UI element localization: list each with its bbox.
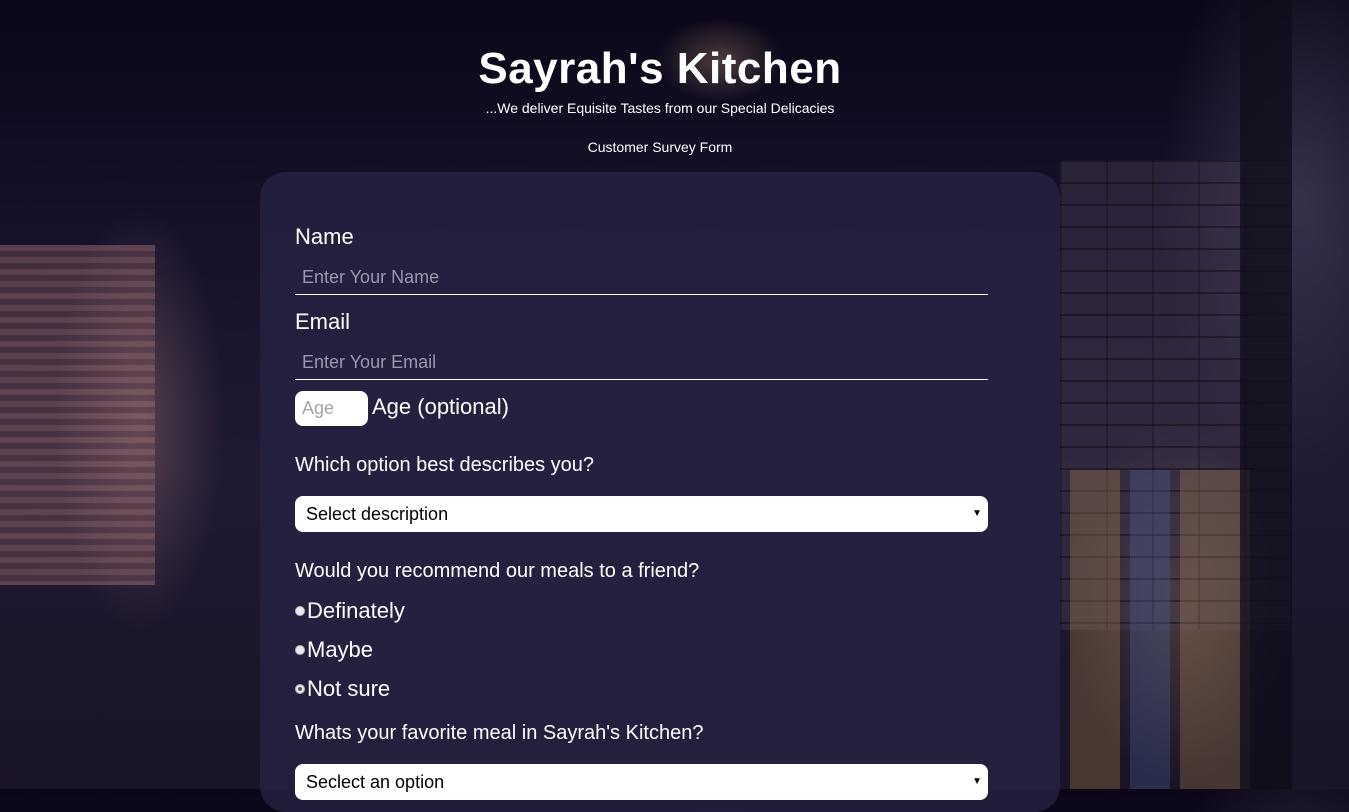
name-input[interactable] — [295, 261, 988, 295]
radio-option-maybe[interactable]: Maybe — [295, 637, 373, 663]
caret-down-icon: ▼ — [972, 776, 982, 787]
caret-down-icon: ▼ — [972, 508, 982, 519]
radio-button[interactable] — [295, 645, 305, 655]
radio-label: Not sure — [307, 676, 391, 701]
radio-option-definately[interactable]: Definately — [295, 598, 405, 624]
form-subtitle: Customer Survey Form — [587, 139, 733, 155]
page-tagline: ...We deliver Equisite Tastes from our S… — [485, 100, 835, 116]
background-pillar — [1240, 0, 1292, 789]
page-title: Sayrah's Kitchen — [478, 44, 842, 93]
radio-option-not-sure[interactable]: Not sure — [295, 676, 390, 702]
radio-label: Maybe — [307, 637, 374, 662]
email-input[interactable] — [295, 346, 988, 380]
favorite-meal-question: Whats your favorite meal in Sayrah's Kit… — [295, 722, 704, 744]
radio-button[interactable] — [295, 606, 305, 616]
age-input[interactable] — [295, 391, 368, 426]
radio-label: Definately — [307, 598, 405, 623]
background-shutter — [0, 245, 155, 585]
name-label: Name — [295, 224, 354, 249]
description-select-value: Select description — [306, 504, 449, 524]
email-label: Email — [295, 309, 351, 334]
favorite-meal-select-value: Seclect an option — [306, 772, 445, 792]
description-question: Which option best describes you? — [295, 454, 595, 476]
favorite-meal-select[interactable]: Seclect an option ▼ — [295, 764, 988, 800]
radio-button[interactable] — [295, 684, 305, 694]
age-label: Age (optional) — [372, 394, 509, 419]
background-picture-frames — [1070, 470, 1250, 789]
description-select[interactable]: Select description ▼ — [295, 496, 988, 532]
recommend-question: Would you recommend our meals to a frien… — [295, 560, 700, 582]
